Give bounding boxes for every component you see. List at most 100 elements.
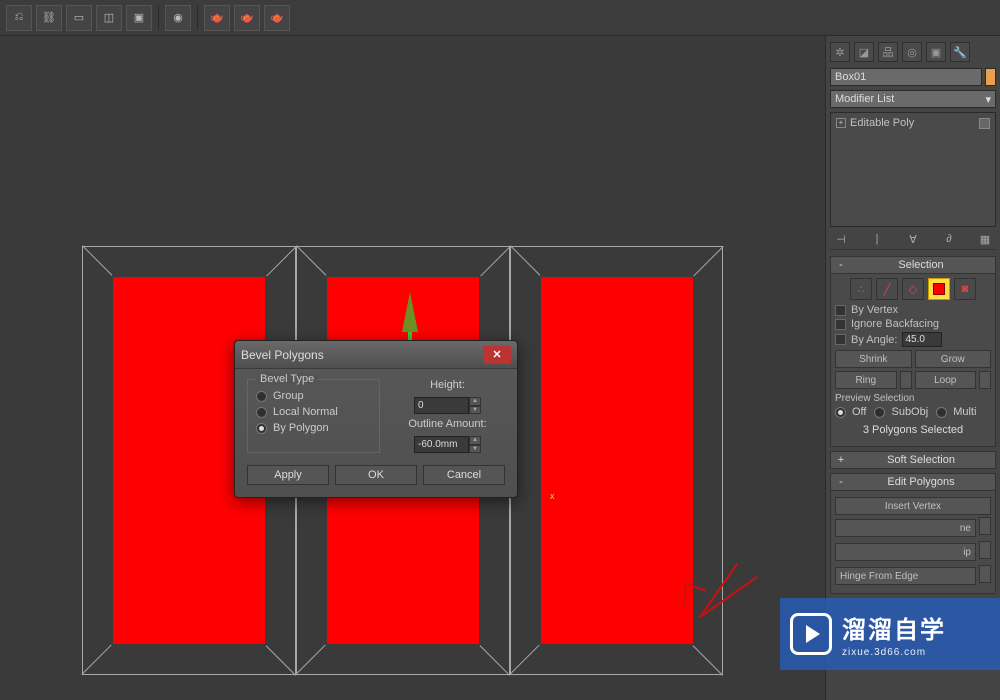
ring-button[interactable]: Ring	[835, 371, 897, 389]
spin-down-icon[interactable]: ▼	[469, 406, 481, 415]
preview-multi-label: Multi	[953, 406, 976, 418]
tool-link-icon[interactable]: ⛓	[36, 5, 62, 31]
soft-selection-title: Soft Selection	[851, 454, 991, 466]
object-name-input[interactable]	[830, 68, 982, 86]
outline-input[interactable]	[414, 436, 469, 453]
toolbar-separator	[158, 6, 159, 30]
ip-button[interactable]: ip	[835, 543, 976, 561]
tool-material-icon[interactable]: ◉	[165, 5, 191, 31]
subobj-border-icon[interactable]: ◇	[902, 278, 924, 300]
by-angle-input[interactable]	[902, 332, 942, 347]
modifier-stack-item[interactable]: + Editable Poly	[834, 116, 992, 130]
radio-local-normal[interactable]: Local Normal	[256, 406, 371, 418]
grow-button[interactable]: Grow	[915, 350, 992, 368]
insert-vertex-button[interactable]: Insert Vertex	[835, 497, 991, 515]
radio-group[interactable]: Group	[256, 390, 371, 402]
toolbar-separator	[197, 6, 198, 30]
tool-teapot3-icon[interactable]: 🫖	[264, 5, 290, 31]
motion-tab-icon[interactable]: ◎	[902, 42, 922, 62]
configure-icon[interactable]: ▦	[978, 233, 992, 247]
outline-label: Outline Amount:	[408, 418, 486, 430]
watermark-logo: 溜溜自学 zixue.3d66.com	[780, 598, 1000, 670]
settings-icon[interactable]	[979, 541, 991, 559]
height-input[interactable]	[414, 397, 469, 414]
radio-polygon-label: By Polygon	[273, 422, 329, 434]
outline-spinner[interactable]: ▲▼	[414, 436, 481, 453]
soft-selection-rollout-header[interactable]: + Soft Selection	[830, 451, 996, 469]
command-panel-tabs: ✲ ◪ 品 ◎ ▣ 🔧	[830, 40, 996, 64]
preview-off-label: Off	[852, 406, 866, 418]
display-tab-icon[interactable]: ▣	[926, 42, 946, 62]
spin-up-icon[interactable]: ▲	[469, 436, 481, 445]
by-vertex-checkbox[interactable]: By Vertex	[835, 304, 991, 316]
bevel-type-fieldset: Bevel Type Group Local Normal By Polygon	[247, 379, 380, 453]
radio-local-label: Local Normal	[273, 406, 338, 418]
modifier-list-dropdown[interactable]: Modifier List ▾	[830, 90, 996, 108]
ignore-backfacing-checkbox[interactable]: Ignore Backfacing	[835, 318, 991, 330]
preview-multi-radio[interactable]: Multi	[936, 406, 976, 418]
ignore-backfacing-label: Ignore Backfacing	[851, 318, 939, 330]
modifier-name: Editable Poly	[850, 117, 914, 129]
by-vertex-label: By Vertex	[851, 304, 898, 316]
cancel-button[interactable]: Cancel	[423, 465, 505, 485]
shrink-button[interactable]: Shrink	[835, 350, 912, 368]
rollout-collapse-icon[interactable]: -	[835, 259, 847, 271]
radio-by-polygon[interactable]: By Polygon	[256, 422, 371, 434]
tool-undo-icon[interactable]: ⎌	[6, 5, 32, 31]
modify-tab-icon[interactable]: ◪	[854, 42, 874, 62]
edit-polygons-rollout: Insert Vertex ne ip Hinge From Edge	[830, 491, 996, 594]
spin-up-icon[interactable]: ▲	[469, 397, 481, 406]
modifier-visibility-icon[interactable]	[979, 118, 990, 129]
hierarchy-tab-icon[interactable]: 品	[878, 42, 898, 62]
ok-button[interactable]: OK	[335, 465, 417, 485]
tool-window-icon[interactable]: ▣	[126, 5, 152, 31]
subobj-vertex-icon[interactable]: ∴	[850, 278, 872, 300]
ne-button[interactable]: ne	[835, 519, 976, 537]
loop-button[interactable]: Loop	[915, 371, 977, 389]
rollout-collapse-icon[interactable]: -	[835, 476, 847, 488]
tool-region-icon[interactable]: ◫	[96, 5, 122, 31]
top-toolbar: ⎌ ⛓ ▭ ◫ ▣ ◉ 🫖 🫖 🫖	[0, 0, 1000, 36]
settings-icon[interactable]	[979, 517, 991, 535]
dialog-titlebar[interactable]: Bevel Polygons ✕	[235, 341, 517, 369]
apply-button[interactable]: Apply	[247, 465, 329, 485]
settings-icon[interactable]	[979, 565, 991, 583]
close-icon[interactable]: ✕	[483, 346, 511, 364]
by-angle-checkbox[interactable]: By Angle:	[835, 332, 991, 347]
bevel-polygons-dialog: Bevel Polygons ✕ Bevel Type Group Local …	[234, 340, 518, 498]
make-unique-icon[interactable]: ∀	[906, 233, 920, 247]
hinge-from-edge-button[interactable]: Hinge From Edge	[835, 567, 976, 585]
preview-off-radio[interactable]: Off	[835, 406, 866, 418]
tool-teapot2-icon[interactable]: 🫖	[234, 5, 260, 31]
rollout-expand-icon[interactable]: +	[835, 454, 847, 466]
annotation-arrowhead	[684, 583, 686, 605]
remove-mod-icon[interactable]: ∂	[942, 233, 956, 247]
height-spinner[interactable]: ▲▼	[414, 397, 481, 414]
tool-teapot1-icon[interactable]: 🫖	[204, 5, 230, 31]
axis-x-label: x	[550, 491, 555, 501]
watermark-text: 溜溜自学	[842, 610, 946, 645]
subobj-edge-icon[interactable]: ╱	[876, 278, 898, 300]
create-tab-icon[interactable]: ✲	[830, 42, 850, 62]
show-end-icon[interactable]: |	[870, 233, 884, 247]
modifier-stack[interactable]: + Editable Poly	[830, 112, 996, 227]
edit-polygons-rollout-header[interactable]: - Edit Polygons	[830, 473, 996, 491]
pin-stack-icon[interactable]: ⊣	[834, 233, 848, 247]
watermark-url: zixue.3d66.com	[842, 647, 946, 658]
radio-group-label: Group	[273, 390, 304, 402]
edit-polygons-title: Edit Polygons	[851, 476, 991, 488]
object-color-swatch[interactable]	[985, 68, 996, 86]
utilities-tab-icon[interactable]: 🔧	[950, 42, 970, 62]
preview-subobj-radio[interactable]: SubObj	[874, 406, 928, 418]
selection-rollout-header[interactable]: - Selection	[830, 256, 996, 274]
polygon-selected-3[interactable]	[541, 277, 693, 644]
height-label: Height:	[430, 379, 465, 391]
loop-spinner-icon[interactable]	[979, 371, 991, 389]
expand-icon[interactable]: +	[836, 118, 846, 128]
chevron-down-icon: ▾	[985, 93, 991, 106]
subobj-polygon-icon[interactable]	[928, 278, 950, 300]
subobj-element-icon[interactable]: ◙	[954, 278, 976, 300]
tool-select-icon[interactable]: ▭	[66, 5, 92, 31]
spin-down-icon[interactable]: ▼	[469, 445, 481, 454]
ring-spinner-icon[interactable]	[900, 371, 912, 389]
